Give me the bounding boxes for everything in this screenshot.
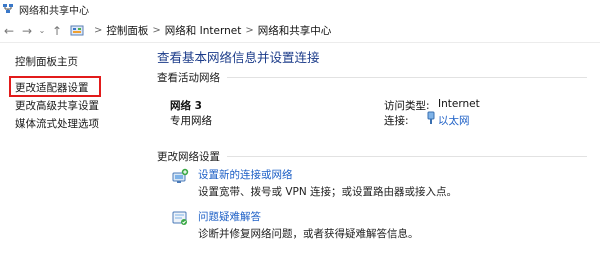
forward-arrow-icon[interactable]: → [18,20,36,42]
title-bar: 网络和共享中心 [0,0,600,18]
troubleshoot-desc: 诊断并修复网络问题，或者获得疑难解答信息。 [198,228,419,240]
control-panel-icon [70,24,84,38]
setup-new-connection-desc: 设置宽带、拨号或 VPN 连接；或设置路由器或接入点。 [198,186,458,198]
new-connection-icon [171,168,189,186]
network-type: 专用网络 [170,115,212,127]
up-arrow-icon[interactable]: ↑ [48,20,66,42]
change-settings-header: 更改网络设置 [157,151,220,163]
network-center-icon [2,3,14,15]
page-title: 查看基本网络信息并设置连接 [157,50,320,65]
sidebar-item-media-streaming[interactable]: 媒体流式处理选项 [15,116,99,131]
section-divider [227,77,587,78]
breadcrumb-separator: > [94,25,103,36]
ethernet-icon [427,111,435,125]
sidebar-item-change-adapter-settings[interactable]: 更改适配器设置 [15,80,89,95]
ethernet-link[interactable]: 以太网 [438,113,470,128]
breadcrumb-network-internet[interactable]: 网络和 Internet [165,23,242,38]
breadcrumb-network-sharing-center[interactable]: 网络和共享中心 [258,23,332,38]
troubleshoot-link[interactable]: 问题疑难解答 [198,209,261,224]
back-arrow-icon[interactable]: ← [0,20,18,42]
network-name: 网络 3 [170,100,202,112]
section-divider [227,156,587,157]
breadcrumb-control-panel[interactable]: 控制面板 [106,23,148,38]
address-bar: ← → ⌄ ↑ > 控制面板 > 网络和 Internet > 网络和共享中心 [0,19,600,43]
breadcrumb-separator: > [245,25,254,36]
main-content: 查看基本网络信息并设置连接 查看活动网络 网络 3 专用网络 访问类型: Int… [157,43,600,268]
active-networks-header: 查看活动网络 [157,72,220,84]
sidebar-item-control-panel-home[interactable]: 控制面板主页 [15,54,78,69]
breadcrumb: > 控制面板 > 网络和 Internet > 网络和共享中心 [70,23,331,38]
sidebar: 控制面板主页 更改适配器设置 更改高级共享设置 媒体流式处理选项 [0,43,140,268]
connections-label: 连接: [384,115,409,127]
troubleshoot-icon [171,209,189,227]
recent-locations-chevron-icon[interactable]: ⌄ [36,20,48,42]
window-title: 网络和共享中心 [19,5,89,17]
setup-new-connection-link[interactable]: 设置新的连接或网络 [198,167,293,182]
access-type-value: Internet [438,98,480,110]
access-type-label: 访问类型: [384,100,430,112]
breadcrumb-separator: > [152,25,161,36]
sidebar-item-advanced-sharing[interactable]: 更改高级共享设置 [15,98,99,113]
